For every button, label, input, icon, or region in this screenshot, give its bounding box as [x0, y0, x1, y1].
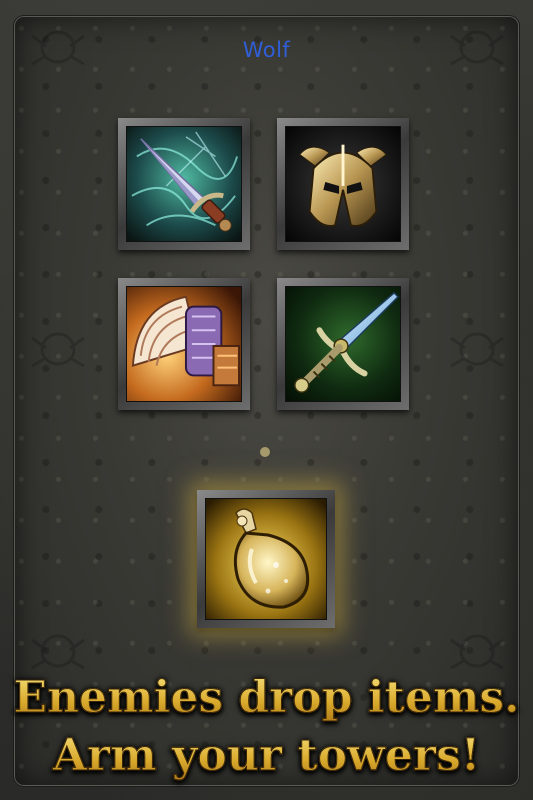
page-indicator-dot: [260, 447, 270, 457]
corner-ornament-icon: [450, 634, 504, 670]
caption-line-2: Arm your towers!: [0, 730, 533, 782]
item-slot-helmet[interactable]: [277, 118, 409, 250]
caption-line-1: Enemies drop items.: [0, 672, 533, 724]
item-slot-dagger[interactable]: [118, 118, 250, 250]
corner-ornament-icon: [31, 634, 85, 670]
corner-ornament-icon: [450, 332, 504, 368]
item-slot-axe[interactable]: [118, 278, 250, 410]
golden-helmet-icon: [286, 127, 400, 241]
battle-axe-icon: [127, 287, 241, 401]
featured-item-slot-potion[interactable]: [197, 490, 335, 628]
game-background: Wolf Enemies drop items. Arm your towers…: [0, 0, 533, 800]
golden-potion-icon: [206, 499, 326, 619]
item-slot-sword[interactable]: [277, 278, 409, 410]
enchanted-dagger-icon: [127, 127, 241, 241]
enemy-name-title: Wolf: [242, 38, 291, 62]
item-panel: [14, 16, 519, 786]
ornate-sword-icon: [286, 287, 400, 401]
corner-ornament-icon: [31, 332, 85, 368]
